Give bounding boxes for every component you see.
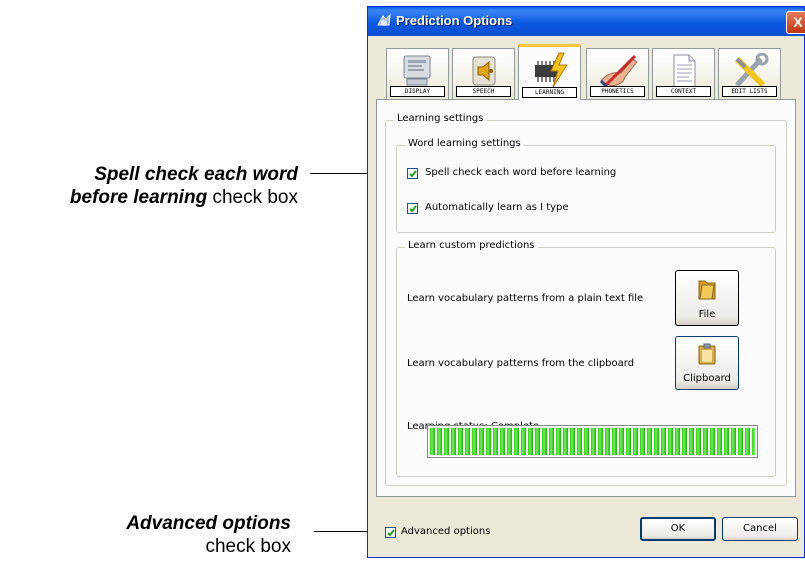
tab-edit-lists[interactable]: EDIT LISTS	[718, 48, 781, 99]
tab-phonetics-label: PHONETICS	[590, 86, 645, 97]
learning-settings-title: Learning settings	[394, 113, 487, 124]
file-button-label: File	[698, 309, 716, 320]
document-icon	[673, 54, 696, 88]
annotation-spell-check-bold: Spell check each word	[94, 164, 298, 185]
tab-display-label: DISPLAY	[390, 86, 445, 97]
speaker-icon	[472, 56, 496, 86]
learning-progress-bar	[427, 425, 758, 458]
word-learning-group: Word learning settings Spell check each …	[396, 138, 776, 233]
close-button[interactable]: X	[786, 11, 805, 34]
tab-phonetics[interactable]: PHONETICS	[586, 48, 649, 99]
ok-button[interactable]: OK	[640, 517, 716, 541]
clipboard-button-label: Clipboard	[683, 373, 731, 384]
annotation-spell-check-bold-2: before learning	[69, 187, 208, 208]
spell-check-checkbox[interactable]	[407, 168, 418, 179]
spell-check-label[interactable]: Spell check each word before learning	[425, 167, 616, 178]
annotation-spell-check: Spell check each word before learning ch…	[18, 163, 298, 209]
annotation-advanced: Advanced options check box	[60, 512, 291, 558]
tab-context-label: CONTEXT	[656, 86, 711, 97]
tools-icon	[734, 53, 769, 88]
tab-learning[interactable]: LEARNING	[518, 44, 581, 100]
folder-icon	[698, 280, 716, 300]
tab-speech[interactable]: SPEECH	[452, 48, 515, 99]
annotation-advanced-bold: Advanced options	[126, 513, 291, 534]
custom-predictions-title: Learn custom predictions	[405, 240, 538, 251]
annotation-advanced-tail: check box	[205, 536, 291, 557]
display-icon	[403, 55, 431, 86]
ok-button-label: OK	[670, 523, 686, 534]
chip-lightning-icon	[535, 52, 568, 88]
app-icon	[377, 13, 391, 26]
checkmark-icon	[387, 529, 395, 537]
cancel-button[interactable]: Cancel	[722, 517, 798, 541]
tab-edit-lists-label: EDIT LISTS	[722, 86, 777, 97]
learning-progress-fill	[430, 428, 755, 455]
annotation-spell-check-tail: check box	[207, 187, 298, 208]
clipboard-button[interactable]: Clipboard	[675, 336, 739, 390]
tab-learning-label: LEARNING	[522, 87, 577, 98]
tab-context[interactable]: CONTEXT	[652, 48, 715, 99]
cancel-button-label: Cancel	[743, 523, 777, 534]
file-description: Learn vocabulary patterns from a plain t…	[407, 293, 644, 304]
clipboard-icon	[698, 343, 716, 365]
auto-learn-checkbox[interactable]	[407, 203, 418, 214]
tab-speech-label: SPEECH	[456, 86, 511, 97]
word-learning-title: Word learning settings	[405, 138, 524, 149]
checkmark-icon	[409, 170, 417, 178]
title-bar[interactable]: Prediction Options X	[368, 7, 805, 36]
clipboard-description: Learn vocabulary patterns from the clipb…	[407, 358, 635, 369]
tab-display[interactable]: DISPLAY	[386, 48, 449, 99]
advanced-options-checkbox[interactable]	[385, 527, 396, 538]
file-button[interactable]: File	[675, 270, 739, 326]
auto-learn-label[interactable]: Automatically learn as I type	[425, 202, 569, 213]
prediction-options-window: Prediction Options X DISPLAY SPEECH LEAR…	[367, 6, 805, 558]
window-title: Prediction Options	[396, 13, 513, 28]
advanced-options-label[interactable]: Advanced options	[401, 526, 490, 537]
checkmark-icon	[409, 205, 417, 213]
hand-writing-icon	[599, 54, 638, 89]
